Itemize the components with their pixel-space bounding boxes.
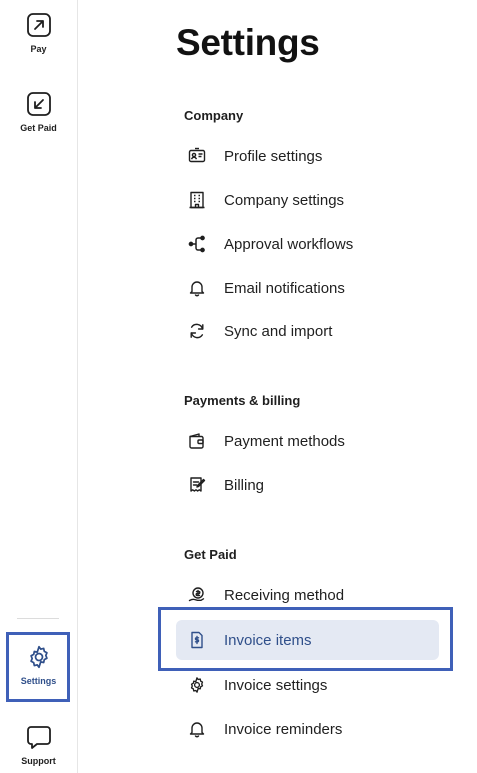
menu-label-profile-settings: Profile settings: [224, 147, 323, 165]
rail-item-support[interactable]: Support: [0, 724, 77, 766]
building-icon: [184, 187, 210, 213]
bell-icon: [184, 275, 210, 301]
receipt-pen-icon: [184, 472, 210, 498]
menu-label-company-settings: Company settings: [224, 191, 345, 209]
menu-item-company-settings[interactable]: Company settings: [184, 179, 439, 221]
rail-label-pay: Pay: [30, 44, 47, 54]
menu-label-payment-methods: Payment methods: [224, 432, 345, 450]
menu-label-billing: Billing: [224, 476, 265, 494]
rail-divider: [17, 618, 59, 619]
menu-label-sync-and-import: Sync and import: [224, 322, 333, 340]
gear-icon: [184, 672, 210, 698]
wallet-icon: [184, 428, 210, 454]
arrow-up-right-icon: [26, 12, 52, 38]
left-rail: Pay Get Paid Settings Support: [0, 0, 78, 773]
rail-item-get-paid[interactable]: Get Paid: [0, 91, 77, 133]
section-heading-company: Company: [184, 108, 244, 123]
hand-coin-icon: [184, 582, 210, 608]
settings-highlight-box: [6, 632, 70, 702]
chat-bubble-icon: [26, 724, 52, 750]
page-title: Settings: [176, 22, 320, 63]
rail-label-get-paid: Get Paid: [20, 123, 57, 133]
menu-item-email-notifications[interactable]: Email notifications: [184, 267, 439, 309]
invoice-items-highlight-box: [158, 607, 453, 671]
rail-label-support: Support: [21, 756, 56, 766]
id-card-icon: [184, 143, 210, 169]
sync-icon: [184, 318, 210, 344]
menu-item-payment-methods[interactable]: Payment methods: [184, 420, 439, 462]
menu-item-billing[interactable]: Billing: [184, 464, 439, 506]
menu-label-receiving-method: Receiving method: [224, 586, 345, 604]
menu-item-sync-and-import[interactable]: Sync and import: [184, 310, 439, 352]
menu-label-approval-workflows: Approval workflows: [224, 235, 354, 253]
section-heading-payments-billing: Payments & billing: [184, 393, 301, 408]
menu-label-invoice-reminders: Invoice reminders: [224, 720, 343, 738]
menu-item-invoice-reminders[interactable]: Invoice reminders: [184, 708, 439, 750]
menu-label-invoice-settings: Invoice settings: [224, 676, 328, 694]
menu-item-invoice-settings[interactable]: Invoice settings: [184, 664, 439, 706]
workflow-icon: [184, 231, 210, 257]
rail-item-pay[interactable]: Pay: [0, 12, 77, 54]
bell-icon: [184, 716, 210, 742]
arrow-down-left-icon: [26, 91, 52, 117]
section-heading-get-paid: Get Paid: [184, 547, 237, 562]
menu-item-approval-workflows[interactable]: Approval workflows: [184, 223, 439, 265]
menu-label-email-notifications: Email notifications: [224, 279, 345, 297]
menu-item-profile-settings[interactable]: Profile settings: [184, 135, 439, 177]
